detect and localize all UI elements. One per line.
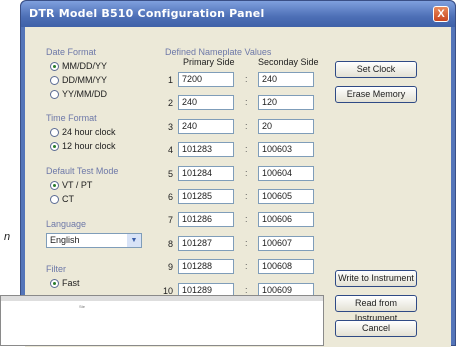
primary-side-input[interactable]: 101284 [178, 166, 234, 181]
secondary-side-input[interactable]: 240 [258, 72, 314, 87]
background-window-bar [1, 296, 323, 301]
test-mode-label: Default Test Mode [46, 166, 119, 176]
row-number: 7 [167, 215, 173, 225]
ratio-separator: : [245, 144, 248, 154]
radio-dot [50, 75, 59, 85]
radio-dot [50, 194, 59, 204]
date-format-label: Date Format [46, 47, 97, 57]
primary-side-input[interactable]: 101286 [178, 212, 234, 227]
radio-fast[interactable]: Fast [50, 278, 80, 288]
secondary-side-input[interactable]: 100605 [258, 189, 314, 204]
ratio-separator: : [245, 238, 248, 248]
erase-memory-button[interactable]: Erase Memory [335, 86, 417, 103]
row-number: 5 [167, 169, 173, 179]
ratio-separator: : [245, 121, 248, 131]
primary-side-input[interactable]: 101287 [178, 236, 234, 251]
radio-vt-pt[interactable]: VT / PT [50, 180, 92, 190]
radio-dot [50, 180, 59, 190]
nameplate-group-label: Defined Nameplate Values [165, 47, 272, 57]
ratio-separator: : [245, 261, 248, 271]
radio-dot [50, 141, 59, 151]
background-window-text: Ste [79, 304, 86, 309]
ratio-separator: : [245, 168, 248, 178]
secondary-side-header: Seconday Side [258, 57, 319, 67]
window-title: DTR Model B510 Configuration Panel [29, 7, 265, 20]
language-value: English [50, 235, 80, 245]
row-number: 3 [167, 122, 173, 132]
ratio-separator: : [245, 74, 248, 84]
row-number: 8 [167, 239, 173, 249]
title-bar[interactable]: DTR Model B510 Configuration Panel X [21, 1, 455, 27]
secondary-side-input[interactable]: 100608 [258, 259, 314, 274]
radio-ct[interactable]: CT [50, 194, 74, 204]
cropped-edge-text: n [4, 231, 11, 243]
primary-side-header: Primary Side [183, 57, 235, 67]
filter-label: Filter [46, 264, 66, 274]
radio-dd-mm-yy[interactable]: DD/MM/YY [50, 75, 107, 85]
primary-side-input[interactable]: 101285 [178, 189, 234, 204]
radio-label: CT [62, 194, 74, 204]
row-number: 6 [167, 192, 173, 202]
radio-label: Fast [62, 278, 80, 288]
radio-yy-mm-dd[interactable]: YY/MM/DD [50, 89, 107, 99]
background-window[interactable]: Ste [0, 295, 324, 346]
row-number: 9 [167, 262, 173, 272]
secondary-side-input[interactable]: 100603 [258, 142, 314, 157]
language-select[interactable]: English ▼ [46, 233, 142, 248]
radio-label: YY/MM/DD [62, 89, 107, 99]
primary-side-input[interactable]: 240 [178, 119, 234, 134]
radio-mm-dd-yy[interactable]: MM/DD/YY [50, 61, 107, 71]
row-number: 1 [167, 75, 173, 85]
radio-label: 24 hour clock [62, 127, 116, 137]
time-format-label: Time Format [46, 113, 97, 123]
row-number: 2 [167, 98, 173, 108]
secondary-side-input[interactable]: 120 [258, 95, 314, 110]
ratio-separator: : [245, 214, 248, 224]
cancel-button[interactable]: Cancel [335, 320, 417, 337]
secondary-side-input[interactable]: 100604 [258, 166, 314, 181]
write-to-instrument-button[interactable]: Write to Instrument [335, 270, 417, 287]
primary-side-input[interactable]: 101283 [178, 142, 234, 157]
primary-side-input[interactable]: 101288 [178, 259, 234, 274]
radio-label: DD/MM/YY [62, 75, 107, 85]
radio-dot [50, 127, 59, 137]
primary-side-input[interactable]: 7200 [178, 72, 234, 87]
ratio-separator: : [245, 285, 248, 295]
radio-label: VT / PT [62, 180, 93, 190]
secondary-side-input[interactable]: 100607 [258, 236, 314, 251]
secondary-side-input[interactable]: 100606 [258, 212, 314, 227]
read-from-instrument-button[interactable]: Read from Instrument [335, 295, 417, 323]
ratio-separator: : [245, 191, 248, 201]
radio-label: MM/DD/YY [62, 61, 107, 71]
radio-dot [50, 89, 59, 99]
radio-dot [50, 278, 59, 288]
radio-12-hour[interactable]: 12 hour clock [50, 141, 116, 151]
close-button[interactable]: X [433, 6, 449, 22]
ratio-separator: : [245, 97, 248, 107]
secondary-side-input[interactable]: 20 [258, 119, 314, 134]
chevron-down-icon[interactable]: ▼ [127, 234, 141, 247]
set-clock-button[interactable]: Set Clock [335, 61, 417, 78]
primary-side-input[interactable]: 240 [178, 95, 234, 110]
radio-24-hour[interactable]: 24 hour clock [50, 127, 116, 137]
row-number: 4 [167, 145, 173, 155]
radio-label: 12 hour clock [62, 141, 116, 151]
radio-dot [50, 61, 59, 71]
language-label: Language [46, 219, 87, 229]
